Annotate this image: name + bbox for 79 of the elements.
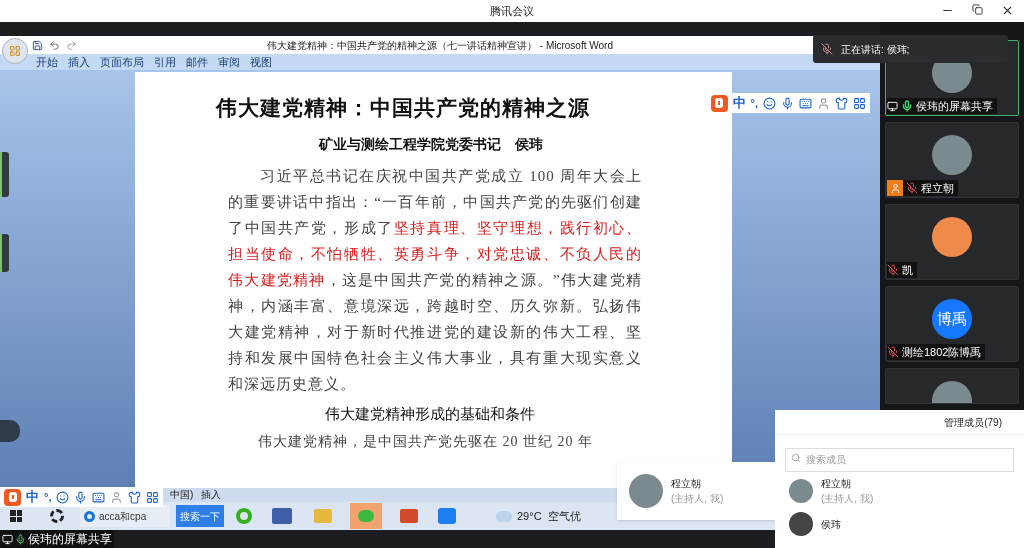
smiley-icon[interactable] (56, 490, 70, 504)
grid-icon[interactable] (853, 96, 866, 110)
undo-icon[interactable] (49, 39, 60, 51)
close-icon[interactable] (1001, 4, 1014, 17)
user-icon[interactable] (110, 490, 124, 504)
microphone-icon (821, 43, 833, 55)
member-name: 程立朝 (821, 477, 852, 491)
video-tile[interactable] (885, 368, 1019, 404)
office-logo-icon (9, 45, 21, 57)
browser-tab[interactable]: acca和cpa (80, 505, 170, 527)
participant-name: 侯玮的屏幕共享 (916, 98, 993, 114)
microphone-icon[interactable] (781, 96, 794, 110)
document-text: 伟大建党精神，是中国共产党先驱在 20 世纪 20 年 (257, 433, 594, 451)
avatar-placeholder (932, 217, 972, 257)
shirt-icon[interactable] (128, 490, 142, 504)
insert-mode-status: 插入 (201, 489, 222, 501)
member-name: 程立朝 (671, 477, 702, 491)
member-item[interactable]: 程立朝 (主持人, 我) (775, 476, 1024, 506)
document-heading: 伟大建党精神：中国共产党的精神之源 (215, 95, 590, 121)
avatar-placeholder (629, 474, 663, 508)
input-mode[interactable]: 中 (732, 93, 746, 113)
document-paragraph: 习近平总书记在庆祝中国共产党成立 100 周年大会上的重要讲话中指出：“一百年前，中国共产党的先驱们创建了中国共产党，形成了 坚持真理、坚守理想，践行初心、担当使命，不怕牺牲、英勇斗争，对党忠诚、不负人民的伟大建党精神，这是中国共产党的精神之源。”伟大建党精神，内涵丰富、意境深远，跨越时空、历久弥新。弘扬伟大建党精神，对于新时代推进党的建设新的伟大工程、坚持和发展中国特色社会主义伟大事业，具有重大现实意义和深远历史意义。 (228, 166, 642, 394)
sogou-logo-icon (4, 488, 21, 506)
microphone-icon[interactable] (74, 490, 88, 504)
temperature: 29°C (517, 508, 542, 524)
smiley-icon[interactable] (763, 96, 776, 110)
save-icon[interactable] (32, 39, 43, 51)
office-button[interactable] (2, 38, 28, 64)
ribbon-tab[interactable]: 审阅 (218, 55, 240, 69)
input-mode[interactable]: 中 (26, 487, 39, 507)
weather-icon (496, 510, 512, 522)
microphone-icon (15, 533, 26, 545)
participant-name: 测绘1802陈博禹 (902, 344, 982, 360)
keyboard-icon[interactable] (92, 490, 106, 504)
ribbon-tab[interactable]: 开始 (36, 55, 58, 69)
window-title: 腾讯会议 (490, 3, 534, 19)
level-indicator (0, 234, 9, 272)
screen-share-icon (2, 533, 13, 545)
search-button[interactable]: 搜索一下 (176, 505, 224, 527)
browser-icon (84, 510, 95, 522)
member-role: (主持人, 我) (821, 492, 874, 506)
air-quality: 空气优 (547, 508, 581, 524)
search-field[interactable]: 搜索成员 (785, 447, 1014, 472)
video-tile[interactable]: 凯 (885, 204, 1019, 280)
grid-icon[interactable] (146, 490, 160, 504)
document-byline: 矿业与测绘工程学院党委书记 侯玮 (319, 134, 543, 154)
video-tile[interactable]: 程立朝 (885, 122, 1019, 198)
panel-title: 管理成员(79) (944, 415, 1002, 430)
input-method-toolbar[interactable]: 中 °, (0, 487, 164, 507)
section-heading: 伟大建党精神形成的基础和条件 (325, 403, 535, 424)
side-menu-handle[interactable] (0, 420, 20, 442)
share-label-text: 侯玮的屏幕共享 (28, 531, 112, 548)
participant-name: 凯 (902, 262, 913, 278)
avatar-placeholder (789, 512, 813, 536)
search-icon (791, 453, 801, 463)
ribbon-tab[interactable]: 引用 (154, 55, 176, 69)
avatar-placeholder (789, 479, 813, 503)
sogou-logo-icon (710, 94, 728, 112)
member-name: 侯玮 (821, 517, 841, 532)
avatar-placeholder (932, 135, 972, 175)
video-tile[interactable]: 博禹 测绘1802陈博禹 (885, 286, 1019, 362)
avatar: 博禹 (932, 299, 972, 339)
member-role: (主持人, 我) (671, 492, 724, 506)
restore-icon[interactable] (972, 4, 983, 15)
document-title: 伟大建党精神：中国共产党的精神之源（七一讲话精神宣讲） - Microsoft Word (267, 38, 613, 53)
shirt-icon[interactable] (835, 96, 848, 110)
ribbon-tab[interactable]: 邮件 (186, 55, 208, 69)
ribbon-tab[interactable]: 插入 (68, 55, 90, 69)
keyboard-icon[interactable] (799, 96, 812, 110)
user-icon[interactable] (817, 96, 830, 110)
punctuation-mode[interactable]: °, (750, 94, 758, 112)
level-indicator (0, 152, 9, 197)
member-item[interactable]: 侯玮 (775, 512, 1024, 536)
participant-name: 程立朝 (921, 180, 954, 196)
ribbon-tab[interactable]: 视图 (250, 55, 272, 69)
windows-start-icon[interactable] (10, 510, 22, 522)
language-status: 中国) (170, 489, 194, 501)
ribbon-tab[interactable]: 页面布局 (100, 55, 144, 69)
punctuation-mode[interactable]: °, (44, 488, 52, 506)
